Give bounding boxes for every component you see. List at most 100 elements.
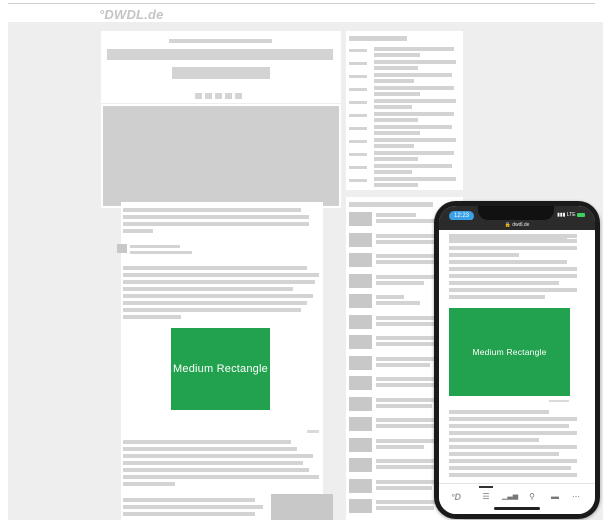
teaser-thumb <box>349 437 372 452</box>
author-avatar <box>117 244 127 253</box>
teaser-headline <box>376 301 420 305</box>
sidebar-headline <box>374 125 452 129</box>
sidebar-headline <box>374 177 456 181</box>
sidebar-headline <box>374 112 454 116</box>
phone-text-line <box>449 417 577 421</box>
teaser-headline <box>376 295 404 299</box>
teaser-thumb <box>349 314 372 329</box>
mobile-medium-rectangle-ad[interactable]: Medium Rectangle <box>449 308 570 396</box>
teaser-headline <box>376 459 434 463</box>
teaser-thumb <box>349 232 372 247</box>
sidebar-headline <box>374 118 418 122</box>
teaser-thumb <box>349 417 372 431</box>
sidebar-headline <box>374 60 456 64</box>
teaser-thumb <box>349 253 372 267</box>
phone-url-bar[interactable]: 🔒 dwdl.de <box>439 220 595 230</box>
teaser-headline <box>376 315 438 320</box>
network-label: LTE <box>566 212 576 218</box>
phone-bottom-nav: °D ☰ ▁▃▅ ⚲ ▬ ⋯ <box>439 483 595 514</box>
briefcase-icon[interactable]: ▬ <box>548 491 562 503</box>
phone-text-line <box>449 260 567 264</box>
signal-icon: ▮▮▮ <box>557 212 566 218</box>
teaser-headline <box>376 485 432 490</box>
teaser-headline <box>376 377 434 381</box>
phone-text-line <box>449 239 577 243</box>
phone-text-line <box>449 452 559 456</box>
sidebar-headline <box>374 79 414 83</box>
teaser-headline <box>376 362 430 367</box>
phone-text-line <box>449 410 549 414</box>
nav-home-logo[interactable]: °D <box>449 491 463 503</box>
teaser-headline <box>376 397 436 402</box>
teaser-headline <box>376 506 434 510</box>
phone-text-line <box>449 267 577 271</box>
phone-text-line <box>449 473 577 477</box>
home-indicator <box>494 507 540 510</box>
phone-text-line <box>449 246 577 250</box>
header-rule <box>8 3 595 4</box>
phone-notch <box>478 206 554 220</box>
teaser-thumb <box>349 499 372 513</box>
teaser-thumb <box>349 376 372 390</box>
sidebar-headline <box>374 86 454 90</box>
phone-text-line <box>449 459 577 463</box>
teaser-headline <box>376 233 436 238</box>
teaser-headline <box>376 254 438 258</box>
sidebar-headline <box>374 164 452 168</box>
sidebar-headline <box>374 73 452 77</box>
sidebar-headline <box>374 53 420 57</box>
teaser-headline <box>376 479 438 484</box>
sidebar-time-label <box>349 179 367 182</box>
teaser-headline <box>376 342 434 346</box>
teaser-thumb <box>349 458 372 472</box>
sidebar-time-label <box>349 153 367 156</box>
sidebar-headline <box>374 151 454 155</box>
sidebar-time-label <box>349 88 367 91</box>
teaser-headline <box>376 321 436 326</box>
site-logo[interactable]: °DWDL.de <box>99 7 164 22</box>
teaser-thumb <box>349 396 372 411</box>
sidebar-time-label <box>349 49 367 52</box>
teaser-headline <box>376 424 434 428</box>
medium-rectangle-ad[interactable]: Medium Rectangle <box>171 328 270 410</box>
sidebar-headline <box>374 99 456 103</box>
teaser-headline <box>376 274 434 279</box>
article-header-card <box>101 31 341 93</box>
phone-screen: 12:23 ▮▮▮ LTE 🔒 dwdl.de Medium Rectangle <box>439 206 595 514</box>
phone-text-line <box>449 445 577 449</box>
hero-image-frame <box>101 104 341 208</box>
chart-icon[interactable]: ▁▃▅ <box>502 491 518 503</box>
teaser-thumb <box>349 478 372 493</box>
phone-text-line <box>449 274 577 278</box>
teaser-thumb <box>349 294 372 308</box>
teaser-headline <box>376 239 434 244</box>
teaser-headline <box>376 403 432 408</box>
sidebar-time-label <box>349 101 367 104</box>
teaser-headline <box>376 444 424 449</box>
teaser-headline <box>376 280 424 285</box>
phone-text-line <box>449 438 539 442</box>
sidebar-headline <box>374 66 418 70</box>
sidebar-list-card <box>346 31 463 190</box>
wireframe-canvas: Medium Rectangle 12:23 ▮▮▮ LTE 🔒 dwdl.de <box>8 22 603 520</box>
search-icon[interactable]: ⚲ <box>525 491 539 503</box>
teaser-headline <box>376 213 416 217</box>
teaser-thumb <box>349 355 372 370</box>
teaser-thumb <box>349 212 372 226</box>
sidebar-headline <box>374 144 414 148</box>
pagination-dots <box>101 89 341 103</box>
phone-text-line <box>449 288 577 292</box>
more-icon[interactable]: ⋯ <box>569 491 583 503</box>
battery-icon <box>577 212 585 217</box>
ad-label: Medium Rectangle <box>173 363 268 375</box>
teaser-headline <box>376 438 436 443</box>
teaser-headline <box>376 260 436 264</box>
mobile-ad-label: Medium Rectangle <box>472 347 547 357</box>
teaser-headline <box>376 383 436 387</box>
teaser-headline <box>376 418 438 422</box>
inline-image-thumb <box>271 494 333 520</box>
nav-active-indicator <box>479 486 493 488</box>
sidebar-time-label <box>349 127 367 130</box>
lock-icon: 🔒 <box>504 222 511 228</box>
list-icon[interactable]: ☰ <box>479 491 493 503</box>
